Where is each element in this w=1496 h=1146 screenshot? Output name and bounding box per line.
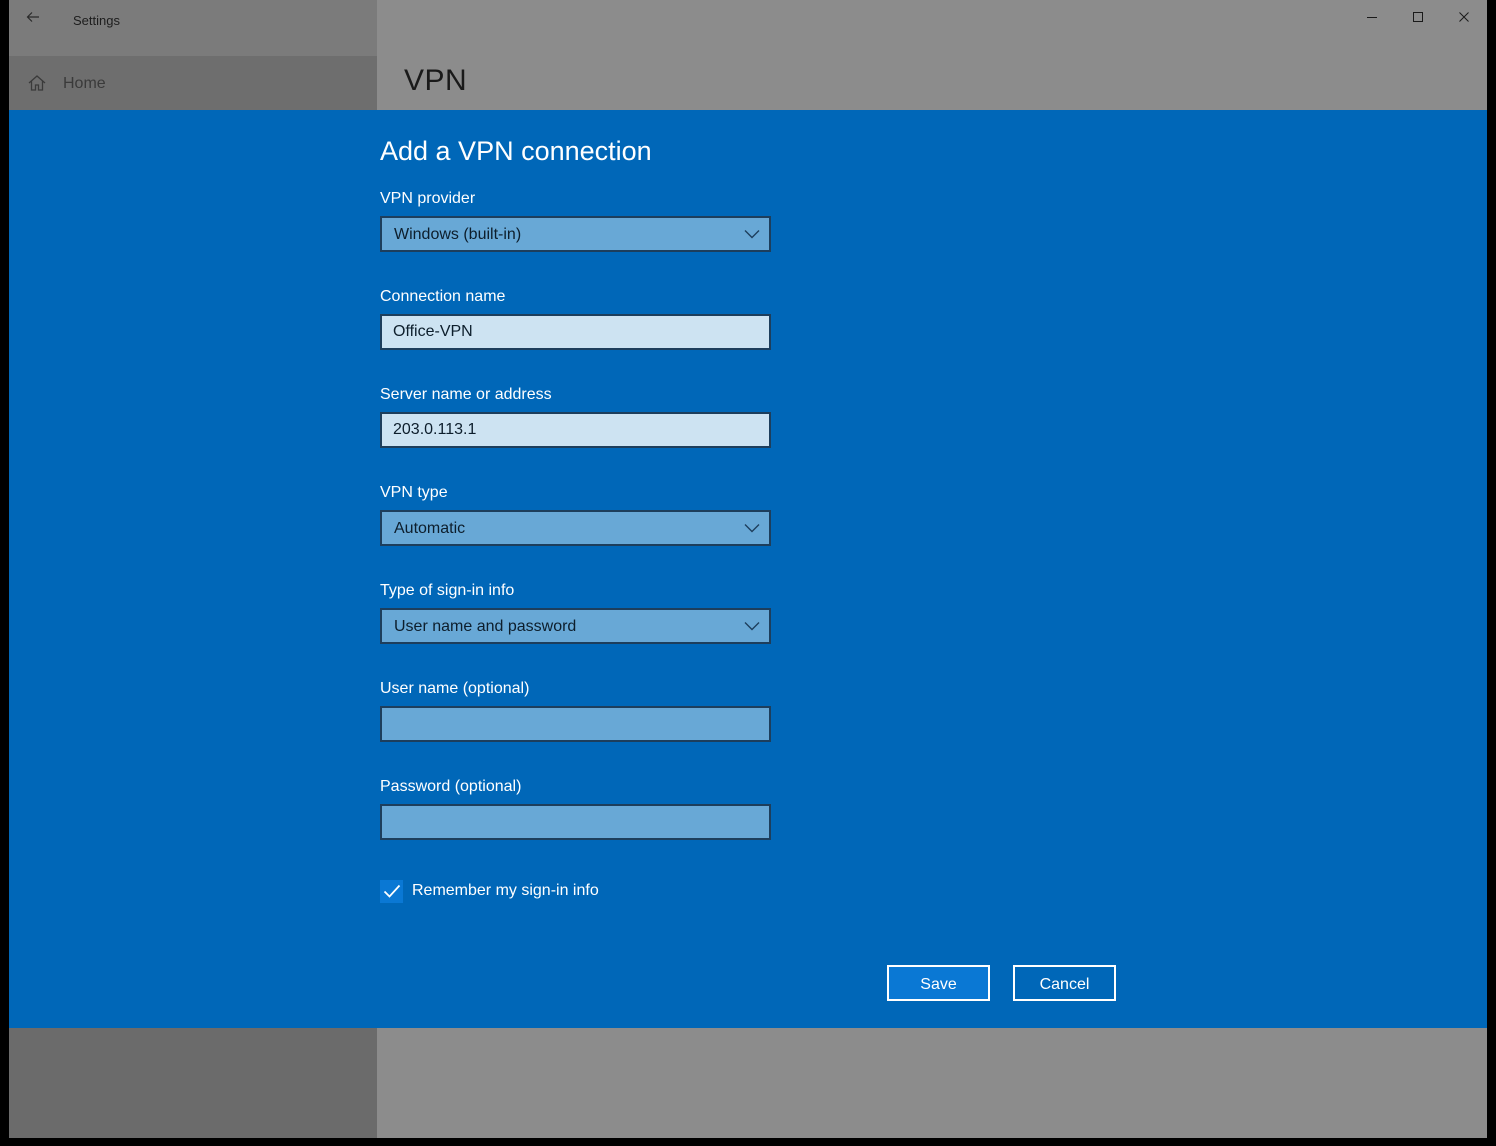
dialog-title: Add a VPN connection xyxy=(380,136,652,166)
username-label: User name (optional) xyxy=(380,680,530,697)
vpn-provider-dropdown[interactable]: Windows (built-in) xyxy=(380,216,771,252)
save-button[interactable]: Save xyxy=(887,965,990,1001)
close-button[interactable] xyxy=(1441,0,1487,34)
username-input[interactable] xyxy=(380,706,771,742)
vpn-type-value: Automatic xyxy=(394,520,466,537)
settings-window: Settings Home VPN Add a VPN connection V… xyxy=(9,0,1487,1138)
signin-type-value: User name and password xyxy=(394,618,577,635)
sidebar-item-label: Home xyxy=(63,75,106,92)
password-input[interactable] xyxy=(380,804,771,840)
back-arrow-icon xyxy=(26,12,39,22)
minimize-icon xyxy=(1367,17,1377,18)
password-label: Password (optional) xyxy=(380,778,522,795)
server-address-value: 203.0.113.1 xyxy=(393,421,477,438)
minimize-button[interactable] xyxy=(1349,0,1395,34)
close-icon xyxy=(1459,12,1469,22)
connection-name-value: Office-VPN xyxy=(393,323,473,340)
chevron-down-icon xyxy=(744,622,760,631)
remember-signin-label[interactable]: Remember my sign-in info xyxy=(412,882,599,900)
home-icon xyxy=(28,75,46,91)
page-title: VPN xyxy=(404,64,468,97)
server-address-label: Server name or address xyxy=(380,386,552,403)
checkmark-icon xyxy=(383,884,401,898)
vpn-type-dropdown[interactable]: Automatic xyxy=(380,510,771,546)
connection-name-input[interactable]: Office-VPN xyxy=(380,314,771,350)
remember-signin-checkbox[interactable] xyxy=(380,880,403,903)
back-button[interactable] xyxy=(19,6,47,28)
signin-type-dropdown[interactable]: User name and password xyxy=(380,608,771,644)
vpn-provider-label: VPN provider xyxy=(380,190,476,207)
maximize-button[interactable] xyxy=(1395,0,1441,34)
chevron-down-icon xyxy=(744,524,760,533)
main-header: VPN xyxy=(377,0,1487,110)
vpn-provider-value: Windows (built-in) xyxy=(394,226,522,243)
server-address-input[interactable]: 203.0.113.1 xyxy=(380,412,771,448)
app-title: Settings xyxy=(73,13,120,28)
add-vpn-dialog: Add a VPN connection VPN provider Window… xyxy=(9,110,1487,1028)
vpn-type-label: VPN type xyxy=(380,484,448,501)
connection-name-label: Connection name xyxy=(380,288,506,305)
chevron-down-icon xyxy=(744,230,760,239)
cancel-button[interactable]: Cancel xyxy=(1013,965,1116,1001)
signin-type-label: Type of sign-in info xyxy=(380,582,515,599)
titlebar-left: Settings xyxy=(9,0,377,56)
maximize-icon xyxy=(1413,12,1423,22)
sidebar-item-home[interactable]: Home xyxy=(9,56,377,110)
